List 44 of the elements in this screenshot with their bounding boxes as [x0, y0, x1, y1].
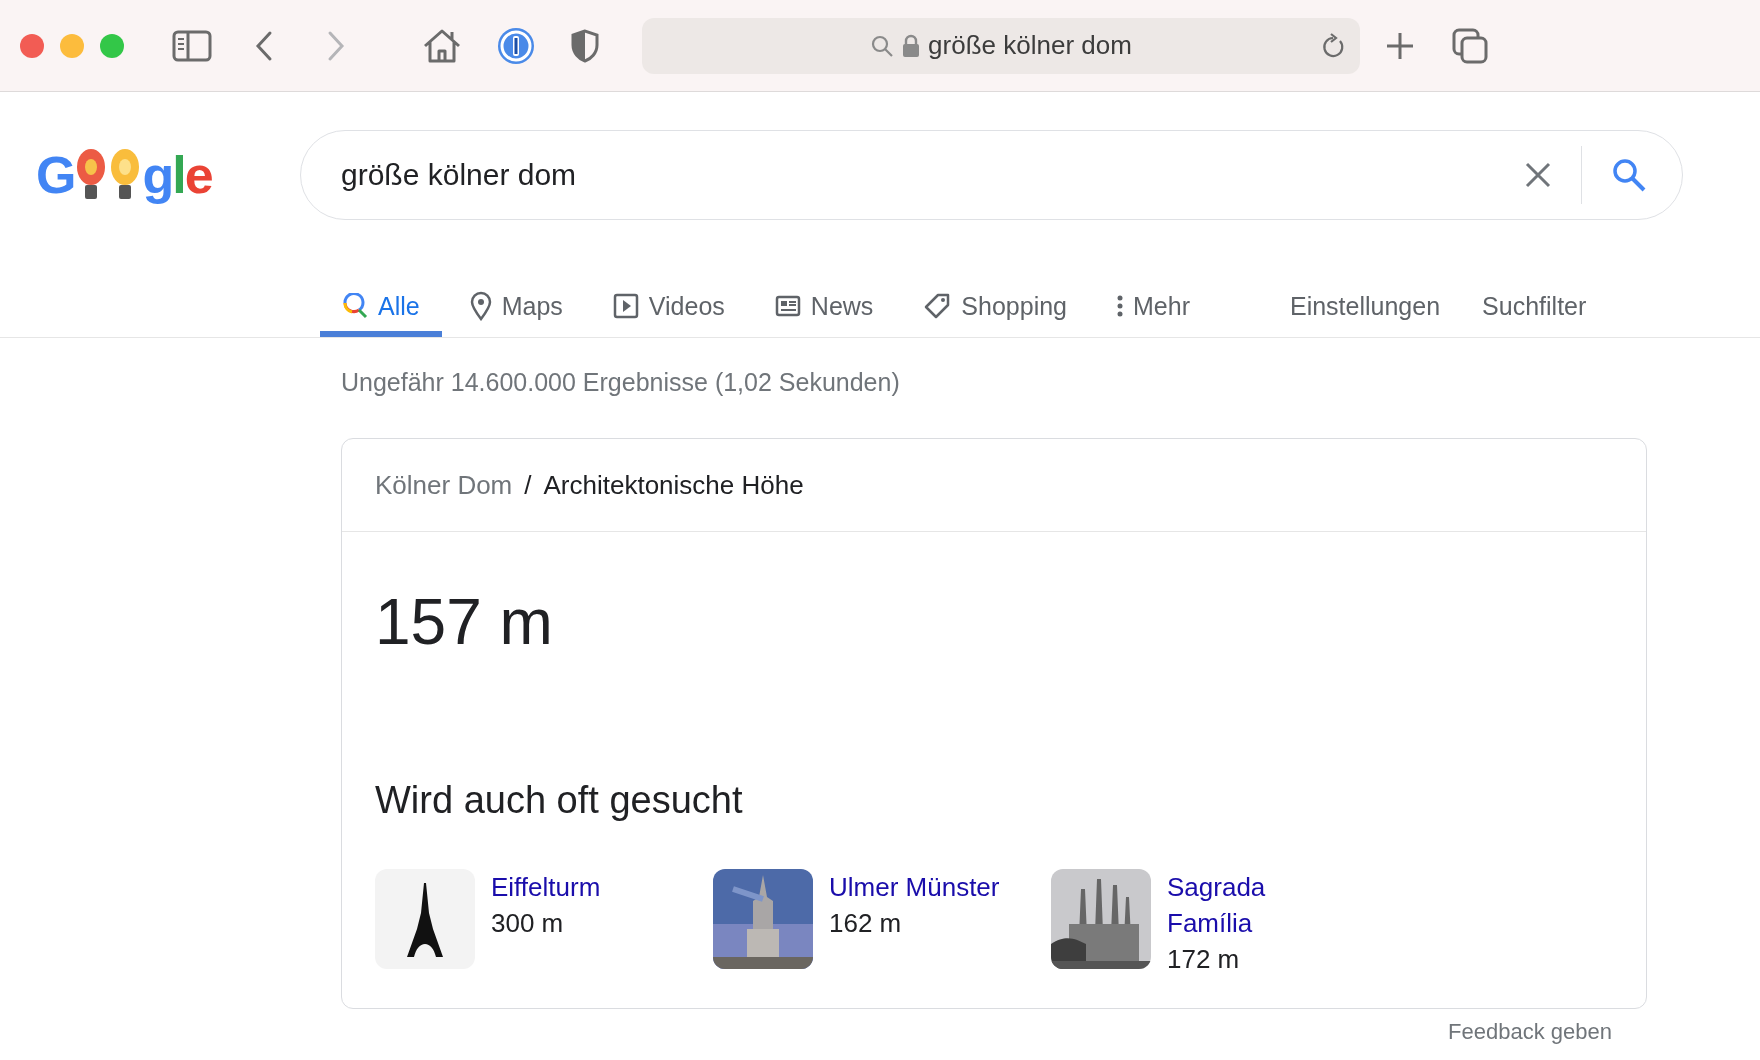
address-text: größe kölner dom: [928, 30, 1132, 61]
search-icon: [870, 33, 895, 58]
lock-icon: [902, 33, 921, 58]
related-link[interactable]: Eiffelturm: [491, 869, 601, 905]
google-doodle-logo[interactable]: G gle: [36, 145, 300, 205]
tag-icon: [923, 292, 952, 320]
search-tab[interactable]: Maps: [447, 281, 585, 337]
search-icon: [342, 293, 368, 319]
new-tab-icon[interactable]: [1386, 31, 1414, 60]
attribute-title: Architektonische Höhe: [543, 469, 804, 501]
related-link[interactable]: Sagrada Família: [1167, 869, 1347, 941]
more-icon: [1117, 295, 1123, 317]
tools-link[interactable]: Einstellungen: [1289, 281, 1441, 337]
search-tab[interactable]: Alle: [320, 281, 442, 337]
section-heading: Wird auch oft gesucht: [375, 778, 744, 823]
back-icon[interactable]: [254, 29, 274, 62]
sidebar-icon[interactable]: [172, 29, 212, 62]
search-tab[interactable]: Mehr: [1095, 281, 1212, 337]
reload-icon[interactable]: [1320, 31, 1346, 60]
answer-value: 157 m: [375, 585, 554, 660]
password-manager-icon[interactable]: [496, 25, 536, 66]
search-icon[interactable]: [1612, 158, 1646, 192]
related-link[interactable]: Ulmer Münster: [829, 869, 1000, 905]
height-value: 162 m: [829, 907, 903, 940]
close-icon[interactable]: [1525, 162, 1551, 188]
result-count: Ungefähr 14.600.000 Ergebnisse (1,02 Sekunden): [341, 367, 901, 398]
search-tab[interactable]: Videos: [590, 281, 747, 337]
height-value: 300 m: [491, 907, 565, 940]
home-icon[interactable]: [422, 27, 462, 64]
height-value: 172 m: [1167, 943, 1241, 976]
newspaper-icon: [774, 295, 801, 317]
close-window-button[interactable]: [20, 33, 44, 58]
play-icon: [612, 293, 639, 319]
tools-link[interactable]: Suchfilter: [1482, 281, 1587, 337]
shield-icon[interactable]: [570, 28, 600, 63]
breadcrumb-separator: /: [524, 469, 532, 501]
pin-icon: [469, 291, 492, 321]
tab-overview-icon[interactable]: [1452, 27, 1488, 64]
search-tab[interactable]: Shopping: [901, 281, 1089, 337]
feedback-link[interactable]: Feedback geben: [1448, 1019, 1612, 1044]
search-tab[interactable]: News: [752, 281, 896, 337]
eiffel-tower-icon: [375, 869, 475, 969]
address-bar[interactable]: größe kölner dom: [642, 17, 1360, 74]
breadcrumb-link[interactable]: Kölner Dom: [375, 469, 513, 501]
